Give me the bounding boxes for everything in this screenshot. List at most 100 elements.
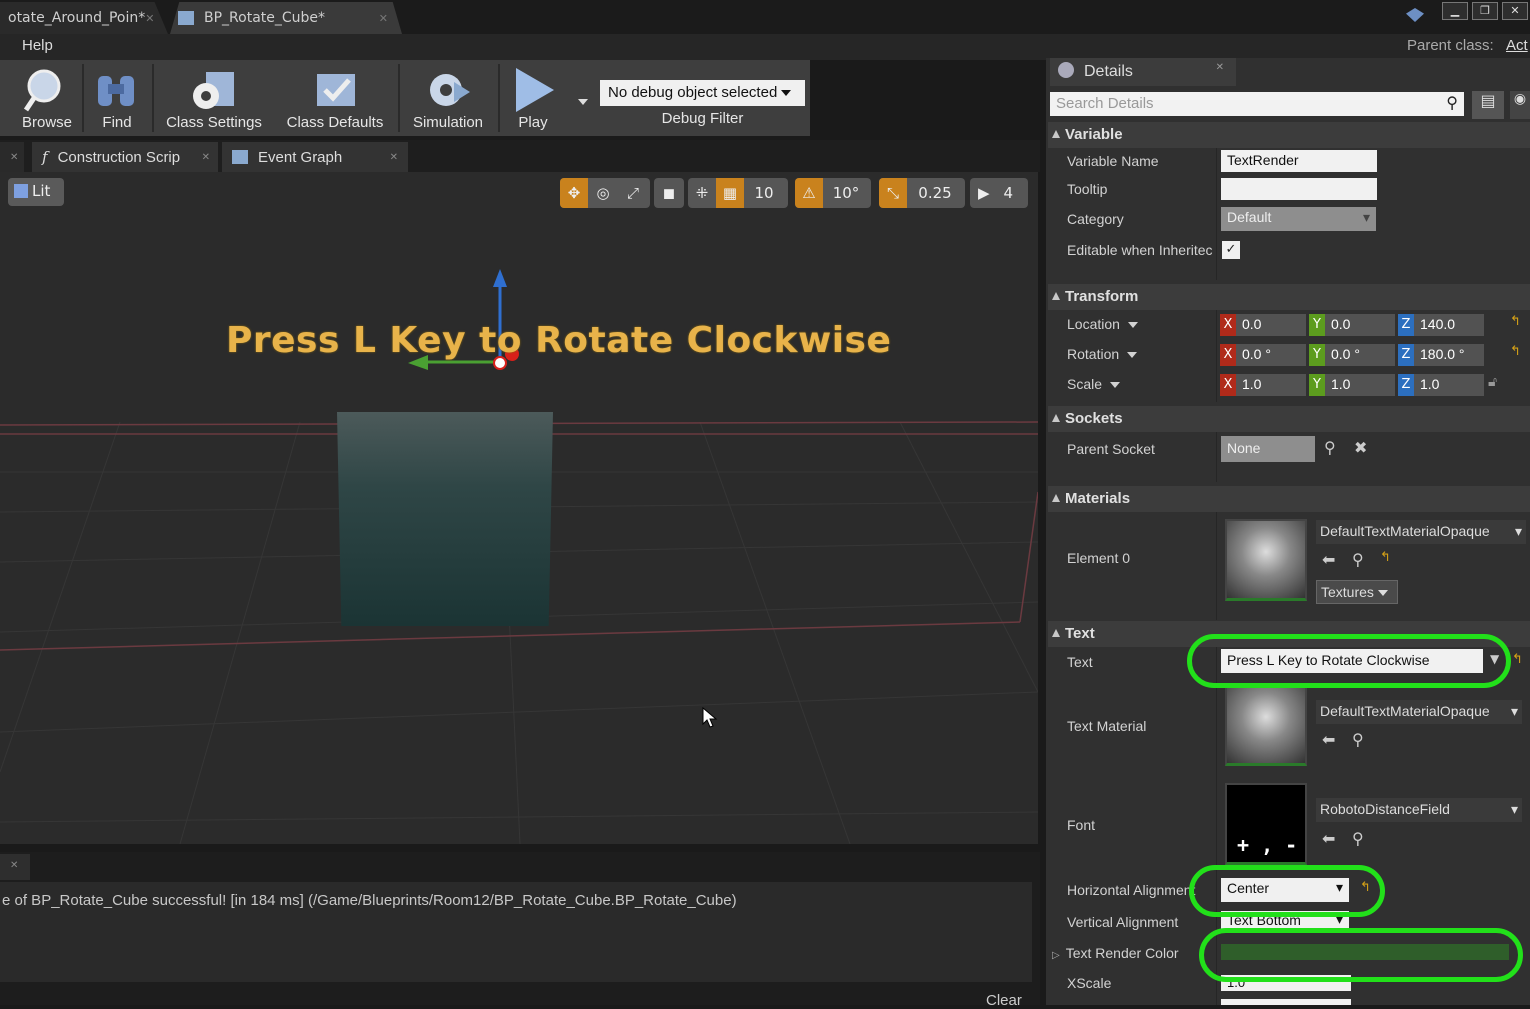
search-icon[interactable]: ⚲ bbox=[1324, 438, 1336, 457]
play-button[interactable]: Play bbox=[502, 60, 564, 136]
tab-label: otate_Around_Poin* bbox=[8, 10, 146, 26]
reset-arrow-icon[interactable]: ↰ bbox=[1512, 652, 1523, 667]
close-icon[interactable]: ✕ bbox=[379, 12, 388, 25]
menu-help[interactable]: Help bbox=[22, 37, 53, 54]
class-settings-button[interactable]: Class Settings bbox=[158, 60, 270, 136]
blueprint-icon bbox=[178, 11, 194, 25]
simulation-label: Simulation bbox=[412, 114, 484, 131]
clear-x-icon[interactable]: ✖ bbox=[1354, 438, 1367, 457]
rotation-snap-icon[interactable]: ⚠ bbox=[795, 178, 823, 208]
cube-mesh[interactable] bbox=[337, 412, 553, 626]
tab-bp-rotate-cube[interactable]: BP_Rotate_Cube* ✕ bbox=[170, 2, 402, 34]
property-matrix-icon[interactable]: ▤ bbox=[1472, 91, 1504, 119]
translate-mode-icon[interactable]: ✥ bbox=[560, 178, 588, 208]
restore-button[interactable]: ❐ bbox=[1472, 2, 1498, 20]
visibility-eye-icon[interactable]: ◉ bbox=[1510, 91, 1530, 119]
element0-dropdown[interactable]: DefaultTextMaterialOpaque ▾ bbox=[1316, 520, 1526, 544]
close-icon[interactable]: ✕ bbox=[390, 152, 398, 163]
scale-z-input[interactable]: 1.0 bbox=[1414, 374, 1484, 396]
section-variable[interactable]: Variable bbox=[1048, 122, 1530, 148]
parent-socket-input[interactable]: None bbox=[1221, 436, 1315, 462]
camera-speed-group[interactable]: ▶ 4 bbox=[970, 178, 1028, 208]
scale-label[interactable]: Scale bbox=[1067, 376, 1120, 392]
find-button[interactable]: Find bbox=[88, 60, 146, 136]
tooltip-input[interactable] bbox=[1221, 178, 1377, 200]
browse-search-icon[interactable]: ⚲ bbox=[1352, 550, 1364, 569]
rotation-label[interactable]: Rotation bbox=[1067, 346, 1138, 362]
play-options-chevron-icon[interactable] bbox=[574, 94, 588, 110]
scale-snap-value[interactable]: 0.25 bbox=[907, 184, 963, 202]
text-render-component[interactable]: Press L Key to Rotate Clockwise bbox=[226, 320, 891, 361]
browse-button[interactable]: Browse bbox=[14, 60, 80, 136]
divider bbox=[152, 64, 154, 132]
close-icon[interactable]: ✕ bbox=[1216, 62, 1224, 73]
scale-snap-group: ⤡ 0.25 bbox=[879, 178, 965, 208]
close-icon[interactable]: ✕ bbox=[145, 12, 154, 25]
category-dropdown[interactable]: Default ▾ bbox=[1221, 207, 1376, 231]
text-material-thumbnail[interactable] bbox=[1225, 684, 1307, 766]
clear-button[interactable]: Clear bbox=[986, 992, 1022, 1009]
parent-class-link[interactable]: Act bbox=[1506, 37, 1528, 54]
scale-x-input[interactable]: 1.0 bbox=[1236, 374, 1306, 396]
scale-snap-icon[interactable]: ⤡ bbox=[879, 178, 907, 208]
reset-arrow-icon[interactable]: ↰ bbox=[1510, 314, 1521, 329]
scale-mode-icon[interactable]: ⤢ bbox=[618, 184, 648, 202]
minimize-button[interactable]: ▁ bbox=[1442, 2, 1468, 20]
surface-snap-icon[interactable]: ⁜ bbox=[688, 184, 716, 202]
divider bbox=[398, 64, 400, 132]
simulation-button[interactable]: Simulation bbox=[404, 60, 492, 136]
search-details-input[interactable]: Search Details ⚲ bbox=[1050, 92, 1464, 116]
rotation-y-input[interactable]: 0.0 ° bbox=[1325, 344, 1395, 366]
reset-arrow-icon[interactable]: ↰ bbox=[1380, 550, 1391, 565]
chevron-down-icon: ▾ bbox=[1510, 801, 1518, 817]
viewport[interactable]: Press L Key to Rotate Clockwise bbox=[0, 172, 1038, 844]
close-window-button[interactable]: ✕ bbox=[1502, 2, 1528, 20]
rotation-x-input[interactable]: 0.0 ° bbox=[1236, 344, 1306, 366]
rotate-mode-icon[interactable]: ◎ bbox=[588, 184, 618, 202]
highlight-ring-text bbox=[1187, 634, 1511, 688]
tab-rotate-around-point[interactable]: otate_Around_Poin* ✕ bbox=[0, 2, 168, 34]
location-label[interactable]: Location bbox=[1067, 316, 1138, 332]
debug-object-select[interactable]: No debug object selected bbox=[600, 80, 805, 106]
rotation-snap-value[interactable]: 10° bbox=[823, 184, 869, 202]
browse-search-icon[interactable]: ⚲ bbox=[1352, 730, 1364, 749]
checklist-icon bbox=[317, 74, 355, 106]
font-thumbnail[interactable]: + , - . / bbox=[1225, 783, 1307, 865]
rotation-z-input[interactable]: 180.0 ° bbox=[1414, 344, 1484, 366]
grid-snap-icon[interactable]: ▦ bbox=[716, 178, 744, 208]
grid-snap-value[interactable]: 10 bbox=[744, 184, 784, 202]
y-axis-icon: Y bbox=[1309, 314, 1325, 336]
material-thumbnail[interactable] bbox=[1225, 519, 1307, 601]
compiler-tab[interactable]: ✕ bbox=[0, 854, 30, 880]
textures-button[interactable]: Textures bbox=[1316, 580, 1398, 604]
tab-viewport[interactable]: ✕ bbox=[0, 142, 24, 172]
browse-search-icon[interactable]: ⚲ bbox=[1352, 829, 1364, 848]
lock-icon[interactable]: 🔓︎ bbox=[1488, 374, 1497, 390]
tab-event-graph[interactable]: Event Graph ✕ bbox=[222, 142, 408, 172]
section-sockets[interactable]: Sockets bbox=[1048, 406, 1530, 432]
location-z-input[interactable]: 140.0 bbox=[1414, 314, 1484, 336]
world-local-toggle[interactable]: ◼ bbox=[654, 178, 684, 208]
use-selected-arrow-icon[interactable]: ⬅ bbox=[1322, 829, 1335, 848]
x-axis-icon: X bbox=[1220, 314, 1236, 336]
reset-arrow-icon[interactable]: ↰ bbox=[1510, 344, 1521, 359]
section-transform[interactable]: Transform bbox=[1048, 284, 1530, 310]
editable-checkbox[interactable]: ✓ bbox=[1222, 241, 1240, 259]
text-material-dropdown[interactable]: DefaultTextMaterialOpaque ▾ bbox=[1316, 700, 1522, 724]
location-y-input[interactable]: 0.0 bbox=[1325, 314, 1395, 336]
details-tab[interactable]: Details ✕ bbox=[1050, 58, 1236, 86]
class-defaults-button[interactable]: Class Defaults bbox=[278, 60, 392, 136]
section-materials[interactable]: Materials bbox=[1048, 486, 1530, 512]
close-icon[interactable]: ✕ bbox=[202, 152, 210, 163]
font-dropdown[interactable]: RobotoDistanceField ▾ bbox=[1316, 798, 1522, 822]
use-selected-arrow-icon[interactable]: ⬅ bbox=[1322, 550, 1335, 569]
graduation-cap-icon[interactable] bbox=[1406, 8, 1424, 22]
use-selected-arrow-icon[interactable]: ⬅ bbox=[1322, 730, 1335, 749]
variable-name-input[interactable]: TextRender bbox=[1221, 150, 1377, 172]
location-x-input[interactable]: 0.0 bbox=[1236, 314, 1306, 336]
tab-construction-script[interactable]: f Construction Scrip ✕ bbox=[32, 142, 218, 172]
scale-y-input[interactable]: 1.0 bbox=[1325, 374, 1395, 396]
view-mode-lit-button[interactable]: Lit bbox=[8, 178, 64, 206]
class-defaults-label: Class Defaults bbox=[286, 114, 384, 131]
text-render-color-label[interactable]: ▷ Text Render Color bbox=[1052, 945, 1179, 961]
